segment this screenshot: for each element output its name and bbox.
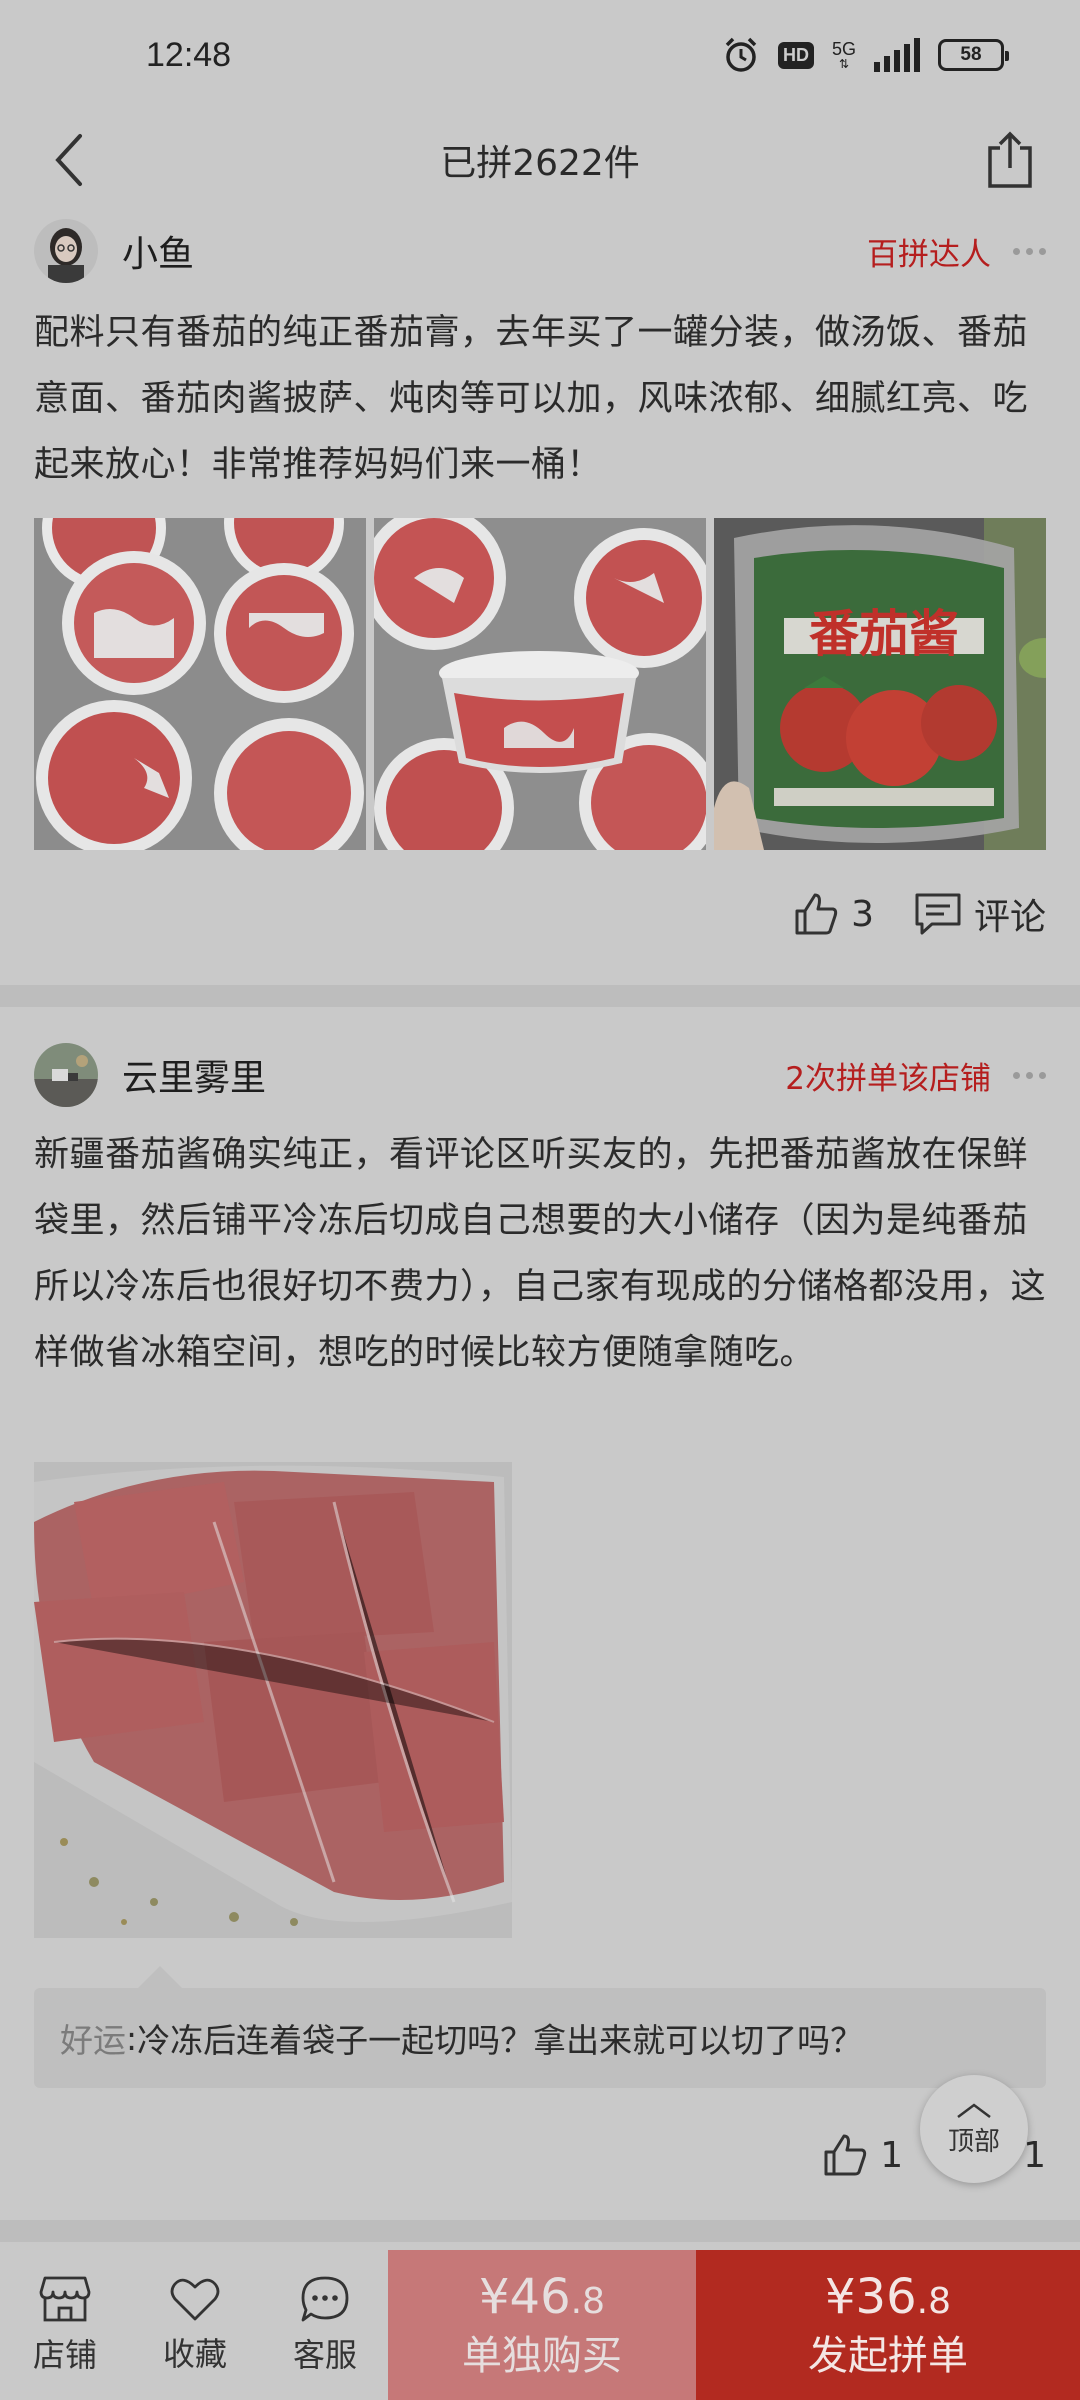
username[interactable]: 云里雾里 xyxy=(122,1049,266,1101)
group-buy-button[interactable]: ¥36.8 发起拼单 xyxy=(696,2250,1080,2400)
comment-icon xyxy=(915,893,961,935)
review-text: 新疆番茄酱确实纯正，看评论区听买友的，先把番茄酱放在保鲜袋里，然后铺平冷冻后切成… xyxy=(34,1135,1047,1373)
thumbs-up-icon xyxy=(795,893,838,935)
page-title: 已拼2622件 xyxy=(440,143,640,184)
back-to-top-label: 顶部 xyxy=(947,2126,1000,2157)
group-buy-label: 发起拼单 xyxy=(808,2332,968,2379)
single-buy-button[interactable]: ¥46.8 单独购买 xyxy=(388,2250,696,2400)
review-photo[interactable] xyxy=(34,1462,512,1938)
comment-label: 评论 xyxy=(973,897,1046,938)
thumbs-up-icon xyxy=(824,2134,867,2176)
status-time: 12:48 xyxy=(146,35,232,74)
review-text: 配料只有番茄的纯正番茄膏，去年买了一罐分装，做汤饭、番茄意面、番茄肉酱披萨、炖肉… xyxy=(34,313,1029,485)
section-divider xyxy=(0,985,1080,1007)
single-buy-price: ¥46.8 xyxy=(479,2268,605,2325)
review-user-row: 云里雾里 2次拼单该店铺 xyxy=(34,1040,1046,1110)
status-bar: 12:48 HD 5G ⇅ 58 xyxy=(0,0,1080,110)
favorite-button[interactable]: 收藏 xyxy=(130,2250,260,2400)
review-photo[interactable] xyxy=(374,518,706,850)
review-photo[interactable] xyxy=(34,518,366,850)
customer-service-label: 客服 xyxy=(292,2336,357,2374)
alarm-icon xyxy=(725,37,757,72)
bottom-action-bar: 店铺 收藏 客服 ¥46.8 单独购买 ¥36.8 发起拼单 xyxy=(0,2250,1080,2400)
heart-icon xyxy=(170,2278,220,2321)
back-arrow-icon[interactable] xyxy=(44,130,104,190)
reply-separator: : xyxy=(126,2018,138,2058)
review-user-row: 小鱼 百拼达人 xyxy=(34,216,1046,286)
battery-icon: 58 xyxy=(938,39,1009,71)
status-icons: HD 5G ⇅ 58 xyxy=(722,36,1009,74)
reply-text: 冷冻后连着袋子一起切吗？拿出来就可以切了吗？ xyxy=(137,2021,864,2060)
chat-bubble-icon xyxy=(301,2276,349,2322)
shop-button[interactable]: 店铺 xyxy=(0,2250,130,2400)
comment-button[interactable]: 评论 xyxy=(914,888,1046,940)
customer-service-button[interactable]: 客服 xyxy=(260,2250,390,2400)
chevron-up-icon xyxy=(957,2102,991,2118)
review-actions: 3 评论 xyxy=(793,888,1046,940)
hd-badge: HD xyxy=(777,41,814,69)
network-5g-icon: 5G ⇅ xyxy=(831,39,856,71)
reply-comment[interactable]: 好运: 冷冻后连着袋子一起切吗？拿出来就可以切了吗？ xyxy=(34,1966,1046,2088)
like-button[interactable]: 3 xyxy=(793,891,874,937)
section-divider xyxy=(0,2220,1080,2242)
reply-username: 好运 xyxy=(60,2021,126,2060)
favorite-label: 收藏 xyxy=(162,2335,227,2373)
like-count: 3 xyxy=(851,893,874,935)
can-brand-label: 番茄酱 xyxy=(809,605,959,663)
like-count: 1 xyxy=(880,2134,904,2176)
more-options-icon[interactable] xyxy=(1013,1071,1046,1079)
username[interactable]: 小鱼 xyxy=(122,225,194,277)
user-badge: 百拼达人 xyxy=(867,236,991,273)
signal-icon xyxy=(874,38,920,72)
back-to-top-button[interactable]: 顶部 xyxy=(920,2075,1028,2183)
shop-icon xyxy=(39,2276,91,2322)
avatar[interactable] xyxy=(34,1043,98,1107)
shop-label: 店铺 xyxy=(32,2336,97,2374)
single-buy-label: 单独购买 xyxy=(462,2332,622,2379)
share-icon[interactable] xyxy=(980,128,1040,192)
more-options-icon[interactable] xyxy=(1013,247,1046,255)
like-button[interactable]: 1 xyxy=(822,2132,903,2178)
user-badge: 2次拼单该店铺 xyxy=(785,1060,991,1097)
review-photo[interactable]: 番茄酱 xyxy=(714,518,1046,850)
group-buy-price: ¥36.8 xyxy=(825,2268,951,2325)
avatar[interactable] xyxy=(34,219,98,283)
top-nav: 已拼2622件 xyxy=(0,110,1080,210)
